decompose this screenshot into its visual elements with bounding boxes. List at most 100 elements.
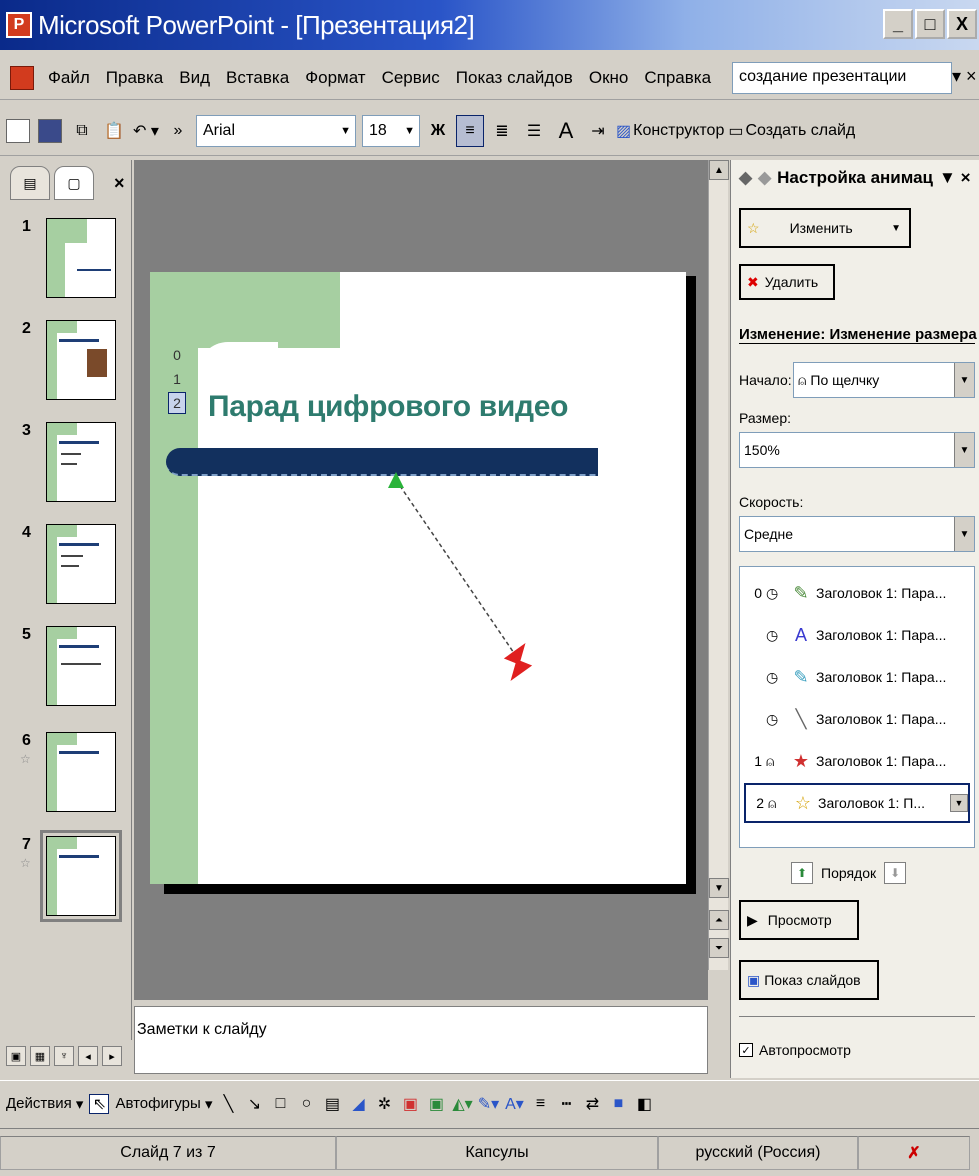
slide-sorter-icon[interactable]: ▦	[30, 1046, 50, 1066]
align-center-icon[interactable]: ≣	[488, 115, 516, 147]
slide-thumbnail-4[interactable]: 4	[0, 524, 132, 624]
current-slide[interactable]: 0 1 2 Парад цифрового видео	[150, 272, 686, 884]
textbox-icon[interactable]: ▤	[322, 1094, 342, 1114]
editor-scrollbar[interactable]: ▲ ▼ ⏶ ⏷	[708, 160, 729, 970]
indent-icon[interactable]: ⇥	[584, 115, 612, 147]
line-color-icon[interactable]: ✎▾	[478, 1094, 499, 1114]
more-buttons-icon[interactable]: »	[164, 115, 192, 147]
slide-thumbnail-2[interactable]: 2	[0, 320, 132, 420]
autoshapes-menu[interactable]: Автофигуры ▾	[115, 1095, 212, 1113]
task-pane-menu-icon[interactable]: ▼ ×	[939, 168, 970, 188]
menu-slideshow[interactable]: Показ слайдов	[448, 68, 581, 88]
slideshow-button[interactable]: ▣ Показ слайдов	[739, 960, 879, 1000]
delete-effect-button[interactable]: ✖ Удалить	[739, 264, 835, 300]
forward-icon[interactable]: ◆	[758, 168, 771, 188]
slide-thumbnail-5[interactable]: 5	[0, 626, 132, 726]
maximize-button[interactable]: □	[915, 9, 945, 39]
help-close-icon[interactable]: ▾ ×	[952, 66, 977, 87]
menu-edit[interactable]: Правка	[98, 68, 171, 88]
menu-insert[interactable]: Вставка	[218, 68, 297, 88]
spellcheck-icon[interactable]: ✗	[858, 1135, 970, 1170]
minimize-button[interactable]: _	[883, 9, 913, 39]
autopreview-row[interactable]: ✓ Автопросмотр	[739, 1042, 851, 1058]
bullets-icon[interactable]: ☰	[520, 115, 548, 147]
motion-path[interactable]	[150, 272, 686, 884]
font-color-icon[interactable]: A▾	[504, 1094, 524, 1114]
normal-view-icon[interactable]: ▣	[6, 1046, 26, 1066]
menu-tools[interactable]: Сервис	[374, 68, 448, 88]
increase-font-icon[interactable]: A	[552, 115, 580, 147]
list-item[interactable]: 1 ⍝ ★ Заголовок 1: Пара...	[744, 741, 970, 781]
scroll-left-icon[interactable]: ◂	[78, 1046, 98, 1066]
autopreview-checkbox[interactable]: ✓	[739, 1043, 753, 1057]
slideshow-view-icon[interactable]: ♆	[54, 1046, 74, 1066]
oval-icon[interactable]: ○	[296, 1094, 316, 1114]
slide-thumbnail-3[interactable]: 3	[0, 422, 132, 522]
menu-help[interactable]: Справка	[636, 68, 719, 88]
list-item-selected[interactable]: 2 ⍝ ☆ Заголовок 1: П... ▼	[744, 783, 970, 823]
font-size-select[interactable]: 18 ▼	[362, 114, 420, 147]
fill-color-icon[interactable]: ◭▾	[452, 1094, 472, 1114]
shadow-icon[interactable]: ■	[608, 1094, 628, 1114]
tab-slides[interactable]: ▢	[54, 166, 94, 200]
pane-close-icon[interactable]: ×	[114, 173, 125, 194]
list-item[interactable]: ◷ A Заголовок 1: Пара...	[744, 615, 970, 655]
close-button[interactable]: X	[947, 9, 977, 39]
scroll-up-icon[interactable]: ▲	[709, 160, 729, 180]
list-item[interactable]: ◷ ╲ Заголовок 1: Пара...	[744, 699, 970, 739]
menu-file[interactable]: Файл	[40, 68, 98, 88]
animation-list[interactable]: 0 ◷ ✎ Заголовок 1: Пара... ◷ A Заголовок…	[739, 566, 975, 848]
scroll-down-icon[interactable]: ▼	[709, 878, 729, 898]
preview-button[interactable]: ▶ Просмотр	[739, 900, 859, 940]
slide-thumbnail-1[interactable]: 1	[0, 218, 132, 318]
copy-icon[interactable]: ⧉	[68, 115, 96, 147]
actions-menu[interactable]: Действия ▾	[6, 1095, 83, 1113]
line-style-icon[interactable]: ≡	[530, 1094, 550, 1114]
slide-thumbnail-7[interactable]: 7 ☆	[0, 830, 132, 936]
wordart-icon[interactable]: ◢	[348, 1094, 368, 1114]
change-effect-button[interactable]: ☆ Изменить ▼	[739, 208, 911, 248]
new-document-icon[interactable]	[4, 115, 32, 147]
paste-icon[interactable]: 📋	[100, 115, 128, 147]
rectangle-icon[interactable]: □	[270, 1094, 290, 1114]
font-name-select[interactable]: Arial ▼	[196, 114, 356, 147]
slide-thumbnail-6[interactable]: 6 ☆	[0, 732, 132, 832]
help-search-input[interactable]: создание презентации	[732, 62, 952, 94]
back-icon[interactable]: ◆	[739, 168, 752, 188]
tab-outline[interactable]: ▤	[10, 166, 50, 200]
speed-select[interactable]: Средне ▼	[739, 516, 975, 552]
undo-icon[interactable]: ↶ ▾	[132, 115, 160, 147]
list-item[interactable]: 0 ◷ ✎ Заголовок 1: Пара...	[744, 573, 970, 613]
select-pointer-icon[interactable]: ⇖	[89, 1093, 110, 1114]
line-icon[interactable]: ╲	[218, 1094, 238, 1114]
chevron-down-icon[interactable]: ▼	[950, 794, 968, 812]
move-up-icon[interactable]: ⬆	[791, 862, 813, 884]
scroll-right-icon[interactable]: ▸	[102, 1046, 122, 1066]
new-slide-button[interactable]: ▭ Создать слайд	[728, 115, 855, 147]
drawing-toolbar: Действия ▾ ⇖ Автофигуры ▾ ╲ ↘ □ ○ ▤ ◢ ✲ …	[0, 1080, 979, 1126]
save-icon[interactable]	[36, 115, 64, 147]
document-icon[interactable]	[10, 65, 34, 90]
powerpoint-app-icon[interactable]: P	[6, 12, 32, 38]
menu-view[interactable]: Вид	[171, 68, 218, 88]
notes-area[interactable]: Заметки к слайду	[134, 1006, 708, 1074]
3d-icon[interactable]: ◧	[634, 1094, 654, 1114]
start-select[interactable]: ⍝ По щелчку ▼	[793, 362, 975, 398]
picture-icon[interactable]: ▣	[426, 1094, 446, 1114]
move-down-icon[interactable]: ⬇	[884, 862, 907, 884]
task-pane-header: ◆ ◆ Настройка анимац ▼ ×	[731, 160, 979, 196]
menu-format[interactable]: Формат	[297, 68, 373, 88]
next-slide-icon[interactable]: ⏷	[709, 938, 729, 958]
clipart-icon[interactable]: ▣	[400, 1094, 420, 1114]
dash-style-icon[interactable]: ┅	[556, 1094, 576, 1114]
size-select[interactable]: 150% ▼	[739, 432, 975, 468]
diagram-icon[interactable]: ✲	[374, 1094, 394, 1114]
arrow-icon[interactable]: ↘	[244, 1094, 264, 1114]
bold-button[interactable]: Ж	[424, 115, 452, 147]
menu-window[interactable]: Окно	[581, 68, 637, 88]
prev-slide-icon[interactable]: ⏶	[709, 910, 729, 930]
designer-button[interactable]: ▨ Конструктор	[616, 115, 724, 147]
arrow-style-icon[interactable]: ⇄	[582, 1094, 602, 1114]
align-left-icon[interactable]: ≡	[456, 114, 484, 147]
list-item[interactable]: ◷ ✎ Заголовок 1: Пара...	[744, 657, 970, 697]
